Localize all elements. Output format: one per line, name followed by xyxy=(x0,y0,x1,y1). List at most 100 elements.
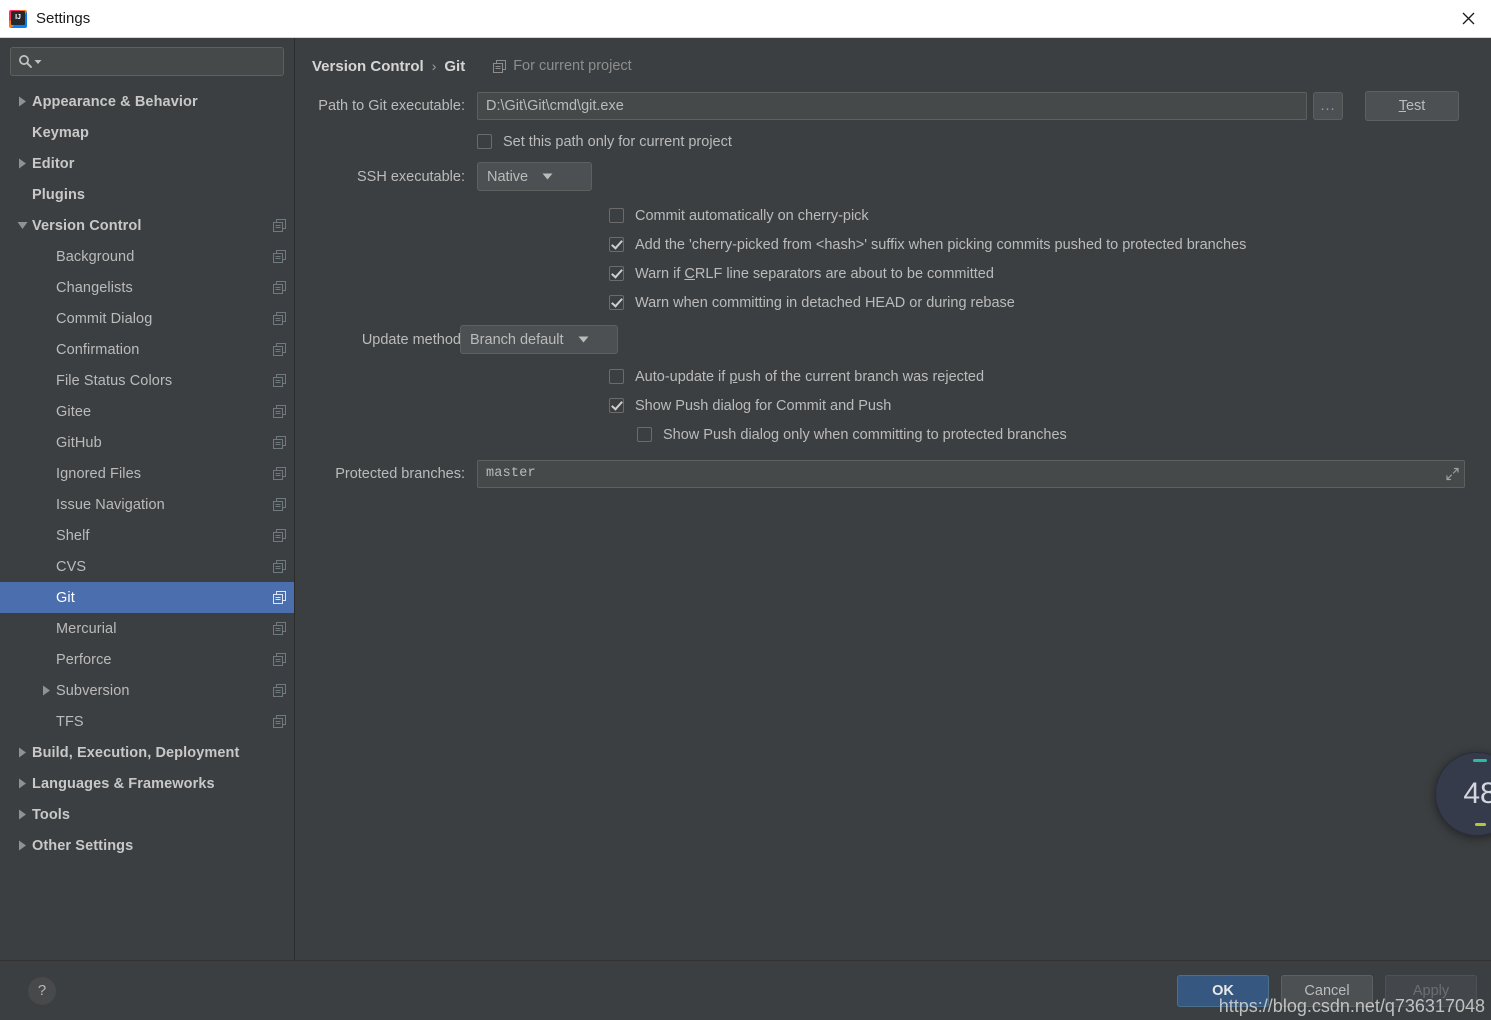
checkbox-row-auto-update-if-push-of-the-current-branch-wa[interactable]: Auto-update if push of the current branc… xyxy=(609,362,1491,391)
chevron-down-icon[interactable] xyxy=(12,221,32,230)
ok-button[interactable]: OK xyxy=(1177,974,1269,1007)
sidebar-item-label: Background xyxy=(56,248,135,265)
checkbox-row-warn-if-crlf-line-separators-are-about-to-be[interactable]: Warn if CRLF line separators are about t… xyxy=(609,259,1491,288)
breadcrumb-parent[interactable]: Version Control xyxy=(312,58,424,75)
chevron-right-icon[interactable] xyxy=(12,778,32,789)
git-path-input[interactable] xyxy=(477,92,1307,120)
sidebar-item-label: Mercurial xyxy=(56,620,117,637)
project-scope-icon xyxy=(273,560,286,573)
settings-content-pane: Version Control › Git For current projec… xyxy=(295,38,1491,960)
dialog-body: Appearance & Behavior Keymap Editor Plugins… xyxy=(0,38,1491,960)
sidebar-item-build-execution-deployment[interactable]: Build, Execution, Deployment xyxy=(0,737,294,768)
checkbox-label: Show Push dialog only when committing to… xyxy=(663,426,1067,443)
sidebar-item-plugins[interactable]: Plugins xyxy=(0,179,294,210)
sidebar-item-subversion[interactable]: Subversion xyxy=(0,675,294,706)
sidebar-item-label: Confirmation xyxy=(56,341,140,358)
settings-tree: Appearance & Behavior Keymap Editor Plugins… xyxy=(0,86,294,861)
search-input[interactable] xyxy=(47,53,276,70)
cancel-button[interactable]: Cancel xyxy=(1281,974,1373,1007)
sidebar-item-label: Keymap xyxy=(32,124,90,141)
sidebar-item-tools[interactable]: Tools xyxy=(0,799,294,830)
project-scope-icon xyxy=(273,529,286,542)
checkbox-row-add-the-cherry-picked-from-hash-suffix-when-[interactable]: Add the 'cherry-picked from <hash>' suff… xyxy=(609,230,1491,259)
checkbox-row-show-push-dialog-only-when-committing-to-pro[interactable]: Show Push dialog only when committing to… xyxy=(637,420,1491,449)
sidebar-item-label: File Status Colors xyxy=(56,372,173,389)
checkbox-warn-if-crlf-line-separators-are-about-to-be[interactable] xyxy=(609,266,624,281)
help-button[interactable]: ? xyxy=(28,976,56,1005)
sidebar-item-ignored-files[interactable]: Ignored Files xyxy=(0,458,294,489)
git-options-top: Commit automatically on cherry-pick Add t… xyxy=(295,201,1491,317)
sidebar-item-confirmation[interactable]: Confirmation xyxy=(0,334,294,365)
git-path-row: Path to Git executable: ... Test xyxy=(295,91,1491,121)
chevron-right-icon[interactable] xyxy=(12,96,32,107)
chevron-right-icon[interactable] xyxy=(12,840,32,851)
checkbox-row-commit-automatically-on-cherry-pick[interactable]: Commit automatically on cherry-pick xyxy=(609,201,1491,230)
sidebar-item-git[interactable]: Git xyxy=(0,582,294,613)
sidebar-item-issue-navigation[interactable]: Issue Navigation xyxy=(0,489,294,520)
set-path-current-project-checkbox[interactable] xyxy=(477,134,492,149)
sidebar-item-label: Editor xyxy=(32,155,75,172)
chevron-right-icon[interactable] xyxy=(12,747,32,758)
sidebar-item-appearance-behavior[interactable]: Appearance & Behavior xyxy=(0,86,294,117)
project-scope-icon xyxy=(273,622,286,635)
chevron-right-icon[interactable] xyxy=(12,809,32,820)
browse-button[interactable]: ... xyxy=(1313,92,1343,120)
project-scope-icon xyxy=(273,312,286,325)
sidebar-item-commit-dialog[interactable]: Commit Dialog xyxy=(0,303,294,334)
checkbox-auto-update-if-push-of-the-current-branch-wa[interactable] xyxy=(609,369,624,384)
test-button-mnemonic: T xyxy=(1398,98,1406,114)
project-scope-icon xyxy=(273,684,286,697)
breadcrumb-current: Git xyxy=(444,57,466,75)
expand-icon[interactable] xyxy=(1446,467,1459,480)
sidebar-item-label: TFS xyxy=(56,713,84,730)
checkbox-row-show-push-dialog-for-commit-and-push[interactable]: Show Push dialog for Commit and Push xyxy=(609,391,1491,420)
sidebar-item-label: Perforce xyxy=(56,651,112,668)
project-scope-icon xyxy=(273,715,286,728)
sidebar-item-languages-frameworks[interactable]: Languages & Frameworks xyxy=(0,768,294,799)
breadcrumb-separator: › xyxy=(431,58,437,74)
git-settings-form: Path to Git executable: ... Test Set thi… xyxy=(295,77,1491,488)
chevron-right-icon[interactable] xyxy=(36,685,56,696)
sidebar-item-other-settings[interactable]: Other Settings xyxy=(0,830,294,861)
checkbox-row-warn-when-committing-in-detached-head-or-dur[interactable]: Warn when committing in detached HEAD or… xyxy=(609,288,1491,317)
sidebar-item-cvs[interactable]: CVS xyxy=(0,551,294,582)
checkbox-commit-automatically-on-cherry-pick[interactable] xyxy=(609,208,624,223)
checkbox-warn-when-committing-in-detached-head-or-dur[interactable] xyxy=(609,295,624,310)
search-box[interactable] xyxy=(10,47,284,76)
sidebar-item-shelf[interactable]: Shelf xyxy=(0,520,294,551)
checkbox-show-push-dialog-only-when-committing-to-pro[interactable] xyxy=(637,427,652,442)
sidebar-search-wrap xyxy=(0,38,294,76)
sidebar-item-background[interactable]: Background xyxy=(0,241,294,272)
project-scope-icon xyxy=(273,405,286,418)
scope-indicator: For current project xyxy=(493,58,632,74)
sidebar-item-github[interactable]: GitHub xyxy=(0,427,294,458)
checkbox-label: Add the 'cherry-picked from <hash>' suff… xyxy=(635,236,1247,253)
sidebar-item-mercurial[interactable]: Mercurial xyxy=(0,613,294,644)
sidebar-item-gitee[interactable]: Gitee xyxy=(0,396,294,427)
sidebar-item-label: Issue Navigation xyxy=(56,496,165,513)
dialog-footer: ? OK Cancel Apply xyxy=(0,960,1491,1020)
intellij-idea-icon xyxy=(9,9,27,28)
badge-tick-bottom-icon xyxy=(1475,823,1486,826)
sidebar-item-changelists[interactable]: Changelists xyxy=(0,272,294,303)
ssh-executable-dropdown[interactable]: Native xyxy=(477,162,592,191)
checkbox-show-push-dialog-for-commit-and-push[interactable] xyxy=(609,398,624,413)
update-method-dropdown[interactable]: Branch default xyxy=(460,325,618,354)
update-method-row: Update method: Branch default xyxy=(295,325,1491,354)
checkbox-label-pre: Auto-update if xyxy=(635,368,730,385)
sidebar-item-editor[interactable]: Editor xyxy=(0,148,294,179)
protected-branches-input[interactable] xyxy=(477,459,1465,488)
sidebar-item-keymap[interactable]: Keymap xyxy=(0,117,294,148)
checkbox-label: Warn if CRLF line separators are about t… xyxy=(635,266,994,282)
badge-tick-top-icon xyxy=(1473,759,1487,762)
sidebar-item-file-status-colors[interactable]: File Status Colors xyxy=(0,365,294,396)
chevron-right-icon[interactable] xyxy=(12,158,32,169)
set-path-current-project-checkbox-row[interactable]: Set this path only for current project xyxy=(477,127,732,156)
test-button[interactable]: Test xyxy=(1365,91,1459,121)
checkbox-add-the-cherry-picked-from-hash-suffix-when-[interactable] xyxy=(609,237,624,252)
close-icon[interactable] xyxy=(1445,0,1491,36)
chevron-down-icon[interactable] xyxy=(34,58,42,66)
sidebar-item-tfs[interactable]: TFS xyxy=(0,706,294,737)
sidebar-item-perforce[interactable]: Perforce xyxy=(0,644,294,675)
sidebar-item-version-control[interactable]: Version Control xyxy=(0,210,294,241)
